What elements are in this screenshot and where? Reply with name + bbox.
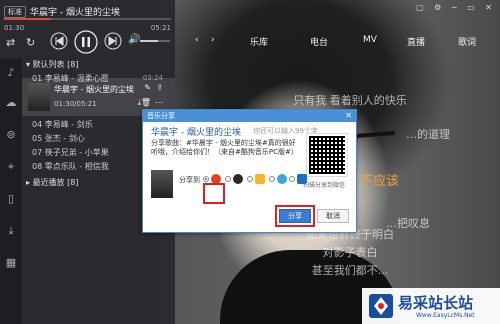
radio-icon[interactable]: ⊚ (4, 128, 18, 142)
song-number: 07 (32, 148, 43, 157)
share-message-input[interactable]: 分享歌曲：#华晨宇 - 烟火里的尘埃#真的很好听哦，介绍给你们！（来自#酷狗音乐… (151, 139, 299, 167)
watermark-url: Www.EasyLcMs.Net (416, 312, 475, 319)
playlist-header[interactable]: ▾ 默认列表 [8] (22, 58, 175, 72)
playlist-header-label: 默认列表 (32, 60, 65, 69)
active-song-name: 华晨宇 - 烟火里的尘埃 (54, 85, 134, 94)
progress-fill (4, 18, 51, 20)
volume-slider[interactable] (140, 40, 170, 42)
dialog-header: 音乐分享 ✕ (143, 110, 356, 122)
window-controls[interactable]: ▢ ⚙ ─ ▭ ✕ (416, 3, 496, 12)
radio-tencent-weibo[interactable] (269, 176, 275, 182)
forward-icon[interactable]: › (211, 35, 215, 45)
volume-fill (140, 40, 158, 42)
tab-library[interactable]: 乐库 (250, 35, 268, 48)
more-icon[interactable]: ⋯ (155, 98, 163, 107)
tab-mv[interactable]: MV (363, 35, 377, 45)
album-thumbnail (151, 170, 173, 198)
shuffle-icon[interactable]: ⇄ (6, 36, 15, 49)
active-song-time: 01:30/05:21 (54, 100, 97, 108)
watermark: 易采站长站 Www.EasyLcMs.Net (362, 288, 500, 324)
back-icon[interactable]: ‹ (195, 35, 199, 45)
mobile-icon[interactable]: ▯ (4, 192, 18, 206)
tencent-weibo-icon[interactable] (277, 174, 287, 184)
qq-icon[interactable] (233, 174, 243, 184)
volume-icon[interactable]: 🔊 (128, 34, 140, 45)
share-song-title: 华晨宇 - 烟火里的尘埃 (151, 128, 241, 138)
share-button[interactable]: 分享 (279, 209, 311, 223)
song-number: 05 (32, 134, 43, 143)
recent-header-count: [8] (67, 178, 79, 187)
song-name: 张杰 - 剑心 (44, 134, 85, 143)
site-logo-icon (369, 294, 393, 318)
cancel-button[interactable]: 取消 (317, 209, 349, 223)
qr-code (306, 133, 348, 177)
share-to-label: 分享到 (179, 176, 200, 184)
close-icon[interactable]: ✕ (345, 110, 352, 122)
repeat-icon[interactable]: ↻ (26, 36, 35, 49)
lyric-line: 只有我 看着别人的快乐 (293, 94, 407, 107)
song-name: 李易峰 - 剑乐 (44, 120, 93, 129)
dialog-title: 音乐分享 (147, 112, 175, 120)
pause-icon[interactable] (74, 30, 98, 54)
renren-icon[interactable] (297, 174, 307, 184)
share-dialog: 音乐分享 ✕ 华晨宇 - 烟火里的尘埃 你还可以输入99个字 分享歌曲：#华晨宇… (142, 109, 357, 233)
radio-weibo[interactable] (203, 176, 209, 182)
tab-lyrics[interactable]: 歌词 (458, 35, 476, 48)
radio-renren[interactable] (289, 176, 295, 182)
apps-grid-icon[interactable]: ▦ (4, 256, 18, 270)
progress-bar[interactable] (0, 15, 175, 23)
qzone-icon[interactable] (255, 174, 265, 184)
tab-radio[interactable]: 电台 (310, 35, 328, 48)
song-number: 04 (32, 120, 43, 129)
cloud-icon[interactable]: ☁ (4, 96, 18, 110)
song-name: 零点乐队 - 相信我 (44, 162, 109, 171)
watermark-text: 易采站长站 (398, 294, 474, 312)
edit-icon[interactable]: ✎ (144, 83, 151, 92)
share-icon[interactable]: ⇪ (156, 83, 163, 92)
download-icon[interactable]: ⤓ (4, 224, 18, 238)
previous-icon[interactable] (50, 32, 68, 50)
lyric-line: 甚至我们都不... (311, 264, 389, 277)
playlist-header-count: [8] (67, 60, 79, 69)
tab-live[interactable]: 直播 (407, 35, 425, 48)
top-navigation: ‹ › 乐库 电台 MV 直播 歌词 (175, 30, 500, 52)
song-number: 08 (32, 162, 43, 171)
lyric-line-current: 不应该 (360, 174, 400, 189)
sidebar: ♪ ☁ ⊚ ⌖ ▯ ⤓ ▦ (0, 58, 22, 324)
recent-header-label: 最近播放 (32, 178, 65, 187)
qr-label: 扫描分享到微信 (303, 182, 346, 189)
radio-qzone[interactable] (247, 176, 253, 182)
playback-controls: ⇄ ↻ 🔊 (0, 30, 175, 56)
radio-qq[interactable] (225, 176, 231, 182)
highlight-box (203, 183, 225, 204)
progress-track[interactable] (4, 18, 171, 20)
song-name: 筷子兄弟 - 小苹果 (44, 148, 109, 157)
music-note-icon[interactable]: ♪ (4, 66, 18, 80)
next-icon[interactable] (104, 32, 122, 50)
album-thumbnail (28, 83, 50, 111)
lyric-line: 对影子表白 (322, 246, 378, 259)
location-icon[interactable]: ⌖ (4, 160, 18, 174)
delete-icon[interactable]: 🗑 (141, 98, 151, 107)
